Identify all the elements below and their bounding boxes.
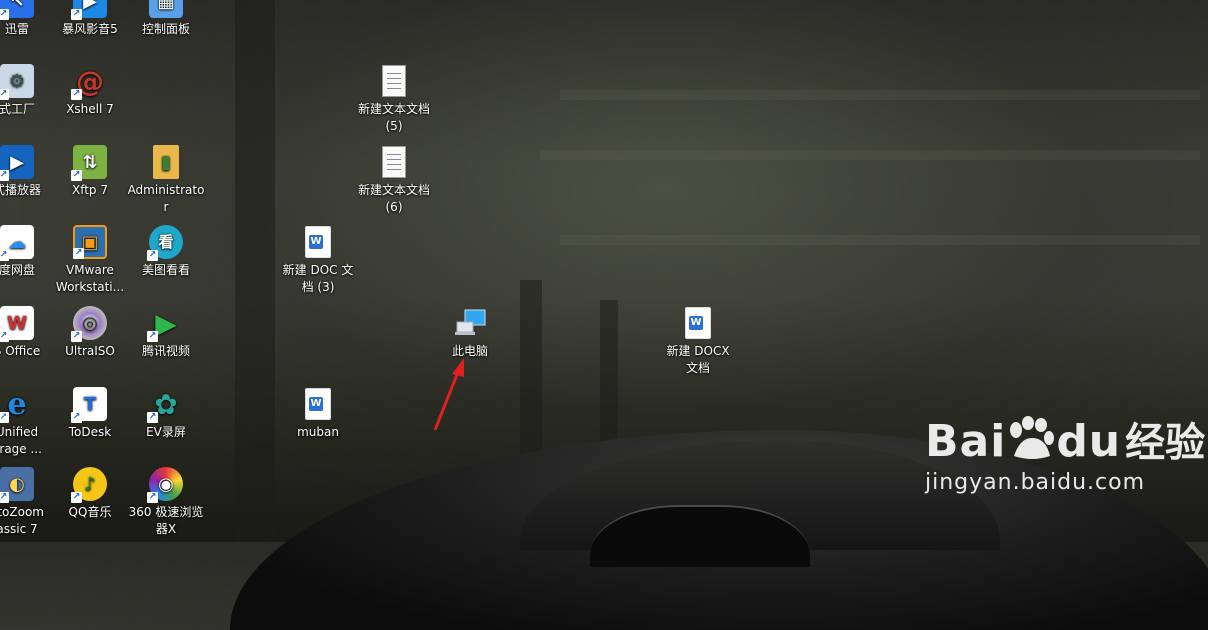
watermark-logo-du: du — [1056, 416, 1122, 467]
watermark-logo-bai: Bai — [925, 416, 1007, 467]
baidu-jingyan-watermark: Bai du 经验 jingyan.baidu.com — [925, 410, 1205, 495]
watermark-logo-cn: 经验 — [1125, 420, 1206, 466]
watermark-url: jingyan.baidu.com — [925, 470, 1146, 495]
baidu-paw-icon — [1010, 416, 1055, 459]
